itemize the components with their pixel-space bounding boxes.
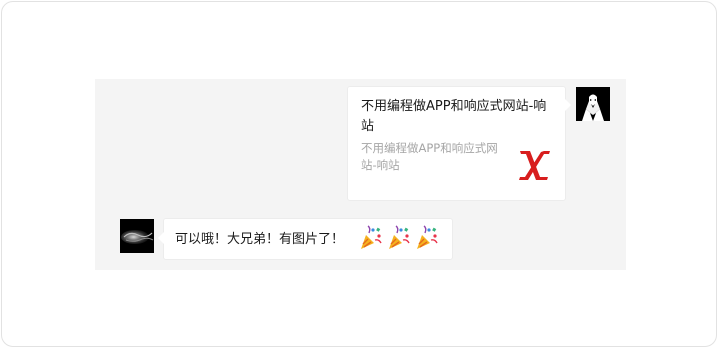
message-text: 可以哦！大兄弟！有图片了！ <box>175 232 345 247</box>
tuxedo-man-avatar-icon[interactable] <box>576 87 610 121</box>
text-message-bubble[interactable]: 可以哦！大兄弟！有图片了！ <box>158 218 453 260</box>
link-card-message[interactable]: 不用编程做APP和响应式网站-响站 不用编程做APP和响应式网站-响站 <box>347 86 571 201</box>
link-card-description: 不用编程做APP和响应式网站-响站 <box>361 141 498 172</box>
party-popper-icon <box>389 225 410 249</box>
red-x-logo-icon <box>514 147 554 183</box>
dark-smoke-avatar-icon[interactable] <box>120 219 154 253</box>
emoji-row <box>359 225 443 253</box>
party-popper-icon <box>417 225 438 249</box>
party-popper-icon <box>361 225 382 249</box>
link-card-title: 不用编程做APP和响应式网站-响站 <box>361 99 547 134</box>
